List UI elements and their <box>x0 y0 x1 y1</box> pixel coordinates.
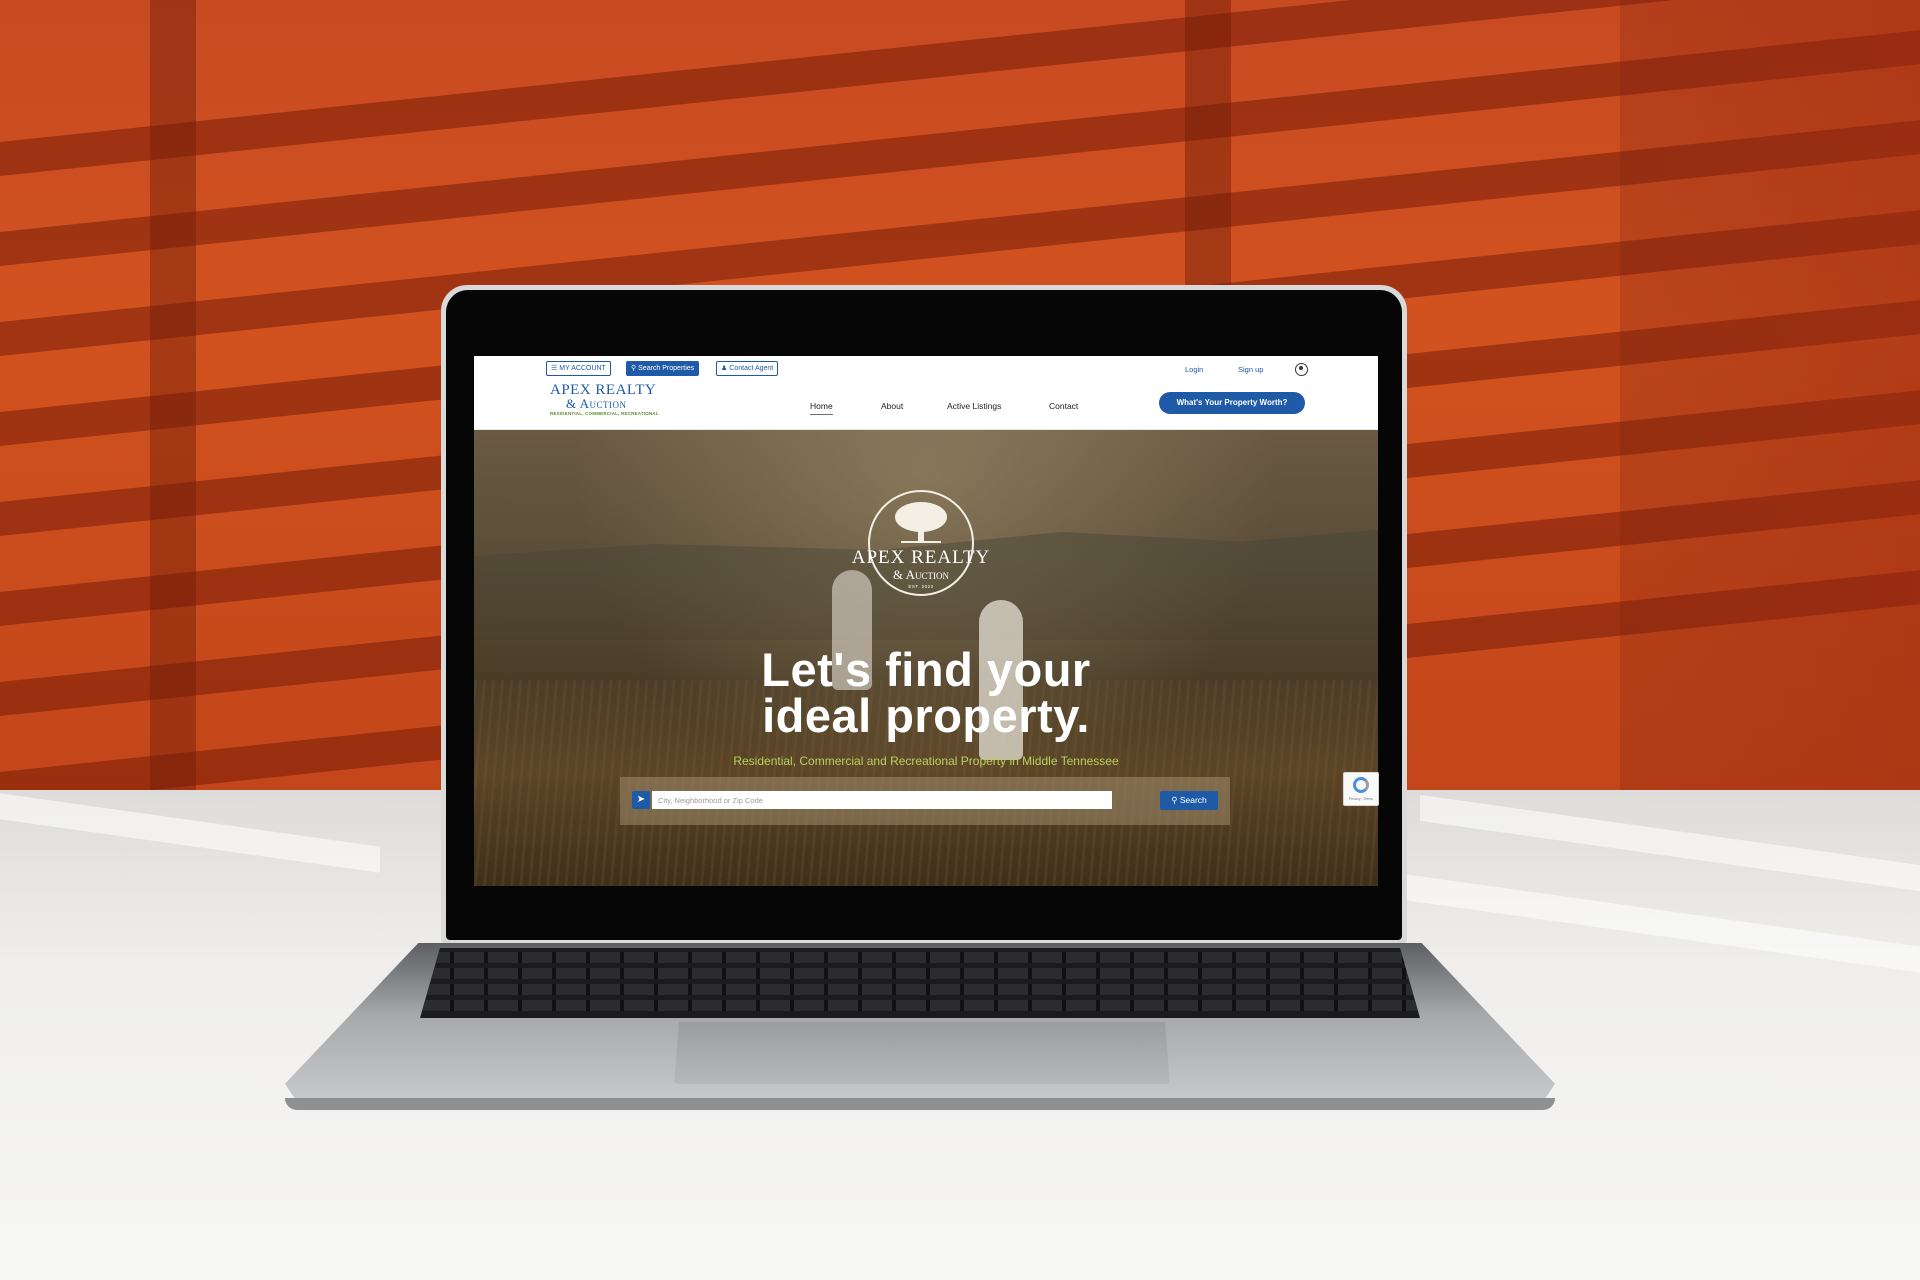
property-worth-button[interactable]: What's Your Property Worth? <box>1159 392 1305 414</box>
user-account-icon[interactable] <box>1295 363 1308 376</box>
table-light-streak <box>1420 794 1920 892</box>
search-icon: ⚲ <box>1171 795 1178 805</box>
hero-subline: Residential, Commercial and Recreational… <box>733 754 1119 768</box>
logo-subname: & Auction <box>566 396 627 411</box>
recaptcha-icon <box>1353 777 1369 793</box>
utility-bar: ☰ MY ACCOUNT ⚲ Search Properties ♟ Contact … <box>474 356 1378 382</box>
table-light-streak <box>1400 873 1920 973</box>
hero-emblem: APEX REALTY & Auction EST. 2022 <box>846 490 996 615</box>
keyboard-row <box>420 984 1420 995</box>
search-input[interactable] <box>652 791 1112 809</box>
recaptcha-badge[interactable]: Privacy - Terms <box>1343 772 1379 806</box>
hero-headline-line-1: Let's find your <box>761 643 1091 696</box>
hero-section: APEX REALTY & Auction EST. 2022 Let's fi… <box>474 430 1378 886</box>
hero-headline: Let's find your ideal property. <box>474 643 1378 742</box>
location-arrow-icon[interactable]: ➤ <box>632 791 650 809</box>
tree-icon <box>895 502 947 543</box>
contact-agent-button[interactable]: ♟ Contact Agent <box>716 361 779 376</box>
nav-item-active-listings[interactable]: Active Listings <box>947 401 1001 411</box>
laptop-keyboard <box>420 948 1420 1018</box>
emblem-est: EST. 2022 <box>908 584 934 589</box>
search-button-label: Search <box>1179 795 1207 805</box>
table-light-streak <box>0 793 380 873</box>
keyboard-row <box>420 952 1420 963</box>
keyboard-row <box>420 968 1420 979</box>
laptop-trackpad <box>674 1022 1170 1084</box>
search-button[interactable]: ⚲ Search <box>1160 791 1218 810</box>
blind-shadow-post <box>150 0 196 820</box>
emblem-title: APEX REALTY <box>851 547 991 568</box>
search-properties-label: Search Properties <box>638 365 695 372</box>
my-account-button[interactable]: ☰ MY ACCOUNT <box>546 361 611 376</box>
recaptcha-terms: Privacy - Terms <box>1348 797 1374 801</box>
person-icon: ♟ <box>721 365 728 372</box>
my-account-label: MY ACCOUNT <box>559 365 606 372</box>
signup-link[interactable]: Sign up <box>1238 365 1263 374</box>
emblem-subtitle: & Auction <box>892 567 950 582</box>
laptop-lid: ☰ MY ACCOUNT ⚲ Search Properties ♟ Contact … <box>441 285 1407 945</box>
nav-item-about[interactable]: About <box>881 401 903 411</box>
nav-item-home[interactable]: Home <box>810 401 833 415</box>
contact-agent-label: Contact Agent <box>729 365 774 372</box>
search-icon: ⚲ <box>631 365 637 372</box>
site-logo[interactable]: APEX REALTY & Auction RESIDENTIAL, COMME… <box>550 383 670 417</box>
main-navigation: APEX REALTY & Auction RESIDENTIAL, COMME… <box>474 382 1378 430</box>
menu-icon: ☰ <box>551 365 558 372</box>
nav-item-contact[interactable]: Contact <box>1049 401 1078 411</box>
laptop-screen: ☰ MY ACCOUNT ⚲ Search Properties ♟ Contact … <box>474 356 1378 886</box>
search-properties-button[interactable]: ⚲ Search Properties <box>626 361 700 376</box>
laptop-base-lip <box>285 1098 1555 1110</box>
curtain-shade <box>1620 0 1920 820</box>
logo-tagline: RESIDENTIAL, COMMERCIAL, RECREATIONAL <box>550 411 659 416</box>
laptop-bezel: ☰ MY ACCOUNT ⚲ Search Properties ♟ Contact … <box>446 290 1402 940</box>
property-search-panel: ➤ ⚲ Search <box>620 777 1230 825</box>
login-link[interactable]: Login <box>1185 365 1203 374</box>
hero-headline-line-2: ideal property. <box>762 689 1090 742</box>
keyboard-row <box>420 1000 1420 1011</box>
